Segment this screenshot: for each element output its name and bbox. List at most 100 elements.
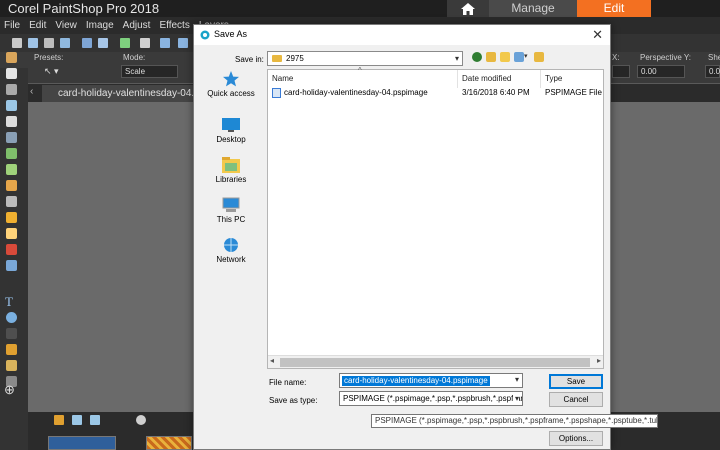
text-tool-icon[interactable]: T [5, 294, 13, 310]
save-as-type-dropdown[interactable]: PSPIMAGE (*.pspimage,*.psp,*.pspbrush,*.… [339, 391, 523, 406]
menu-image[interactable]: Image [86, 20, 114, 31]
warp-tool-icon[interactable] [6, 328, 17, 339]
file-name-input[interactable]: card-holiday-valentinesday-04.pspimage ▾ [339, 373, 523, 388]
save-as-dialog: Save As ✕ Save in: 2975 ▾ ▾ Quick access… [193, 24, 611, 450]
open-file-icon[interactable] [28, 38, 38, 48]
scan-icon[interactable] [60, 38, 70, 48]
chevron-down-icon: ▾ [454, 54, 459, 63]
organizer-thumbnail[interactable] [146, 436, 192, 450]
file-row[interactable]: card-holiday-valentinesday-04.pspimage 3… [268, 87, 603, 99]
straighten-tool-icon[interactable] [6, 132, 17, 143]
organizer-view-icon[interactable] [72, 415, 82, 425]
scratch-remover-icon[interactable] [6, 180, 17, 191]
shear-value: 0.00 [709, 67, 720, 76]
place-label: Libraries [215, 175, 247, 184]
flood-fill-icon[interactable] [6, 244, 17, 255]
save-as-type-tooltip: PSPIMAGE (*.pspimage,*.psp,*.pspbrush,*.… [371, 414, 658, 428]
scrollbar-thumb[interactable] [280, 358, 590, 367]
column-header-type[interactable]: Type [541, 70, 603, 88]
up-folder-icon[interactable] [486, 52, 496, 62]
eraser-tool-icon[interactable] [6, 228, 17, 239]
column-header-date-modified[interactable]: Date modified [458, 70, 541, 88]
tab-manage[interactable]: Manage [489, 0, 577, 17]
menu-adjust[interactable]: Adjust [123, 20, 151, 31]
x-input[interactable] [612, 65, 630, 78]
gradient-tool-icon[interactable] [6, 196, 17, 207]
place-network[interactable]: Network [206, 237, 256, 264]
presets-label: Presets: [34, 53, 64, 62]
menu-file[interactable]: File [4, 20, 20, 31]
menu-edit[interactable]: Edit [29, 20, 46, 31]
organizer-tag-icon[interactable] [136, 415, 146, 425]
makeover-tool-icon[interactable] [6, 148, 17, 159]
file-list[interactable]: ^ Name Date modified Type card-holiday-v… [267, 66, 604, 369]
organizer-sort-icon[interactable] [90, 415, 100, 425]
picture-tube-icon[interactable] [6, 344, 17, 355]
file-name-value: card-holiday-valentinesday-04.pspimage [342, 376, 490, 386]
new-folder-icon[interactable] [500, 52, 510, 62]
place-quick-access[interactable]: Quick access [206, 71, 256, 98]
folder-icon[interactable] [534, 52, 544, 62]
shape-tool-icon[interactable] [6, 312, 17, 323]
tab-edit[interactable]: Edit [577, 0, 651, 17]
organizer-thumbnail[interactable] [48, 436, 116, 450]
chevron-down-icon[interactable]: ▾ [515, 375, 519, 384]
scroll-right-icon[interactable]: ▸ [597, 356, 601, 365]
add-tool-icon[interactable]: ⊕ [4, 382, 15, 398]
shear-input[interactable]: 0.00 [705, 65, 720, 78]
horizontal-scrollbar[interactable]: ◂ ▸ [268, 355, 603, 368]
print-icon[interactable] [140, 38, 150, 48]
organizer-toolbar-icon[interactable] [54, 415, 64, 425]
home-button[interactable] [447, 0, 489, 17]
pen-tool-icon[interactable] [6, 260, 17, 271]
selection-tool-icon[interactable] [6, 84, 17, 95]
tab-scroll-left-icon[interactable]: ‹ [30, 86, 33, 97]
presets-dropdown-icon[interactable]: ↖ ▾ [44, 66, 59, 77]
desktop-icon [222, 118, 240, 132]
save-in-dropdown[interactable]: 2975 ▾ [267, 51, 463, 66]
save-as-icon[interactable] [98, 38, 108, 48]
options-button[interactable]: Options... [549, 431, 603, 446]
crop-tool-icon[interactable] [6, 116, 17, 127]
save-icon[interactable] [82, 38, 92, 48]
perspective-y-input[interactable]: 0.00 [637, 65, 685, 78]
place-this-pc[interactable]: This PC [206, 197, 256, 224]
back-icon[interactable] [472, 52, 482, 62]
place-label: Network [216, 255, 246, 264]
column-header-name[interactable]: Name [268, 70, 458, 88]
perspective-y-value: 0.00 [641, 67, 657, 76]
clone-tool-icon[interactable] [6, 164, 17, 175]
libraries-icon [222, 157, 240, 173]
undo-icon[interactable] [160, 38, 170, 48]
paintshop-app-icon [200, 30, 210, 40]
place-label: Desktop [216, 135, 246, 144]
save-button[interactable]: Save [549, 374, 603, 389]
shear-label: She [708, 53, 720, 62]
browse-icon[interactable] [44, 38, 54, 48]
network-icon [224, 238, 238, 252]
menu-view[interactable]: View [55, 20, 77, 31]
view-menu-icon[interactable] [514, 52, 524, 62]
save-in-value: 2975 [286, 54, 304, 63]
close-icon[interactable]: ✕ [592, 27, 603, 42]
dialog-title: Save As [214, 29, 248, 39]
paint-brush-icon[interactable] [6, 212, 17, 223]
chevron-down-icon[interactable]: ▾ [524, 52, 530, 62]
retouch-tool-icon[interactable] [6, 360, 17, 371]
place-libraries[interactable]: Libraries [206, 157, 256, 184]
chevron-down-icon: ▾ [512, 392, 519, 405]
file-name: card-holiday-valentinesday-04.pspimage [284, 88, 428, 97]
app-title-bar: Corel PaintShop Pro 2018 Manage Edit [0, 0, 720, 17]
redo-icon[interactable] [178, 38, 188, 48]
cancel-button[interactable]: Cancel [549, 392, 603, 407]
dropper-tool-icon[interactable] [6, 100, 17, 111]
pick-tool-icon[interactable] [6, 68, 17, 79]
mode-select[interactable]: Scale [121, 65, 178, 78]
place-desktop[interactable]: Desktop [206, 117, 256, 144]
pan-tool-icon[interactable] [6, 52, 17, 63]
menu-effects[interactable]: Effects [159, 20, 189, 31]
new-file-icon[interactable] [12, 38, 22, 48]
scroll-left-icon[interactable]: ◂ [270, 356, 274, 365]
share-icon[interactable] [120, 38, 130, 48]
home-icon [461, 2, 475, 15]
